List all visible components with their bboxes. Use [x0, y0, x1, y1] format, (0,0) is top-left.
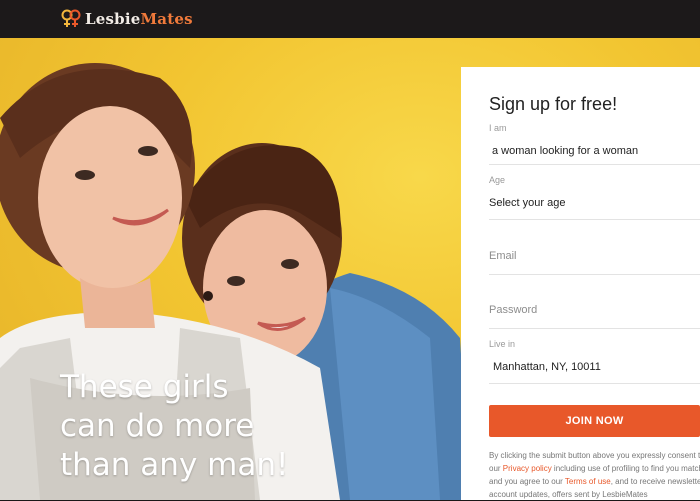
join-now-button[interactable]: JOIN NOW	[489, 405, 700, 437]
live-in-label: Live in	[489, 339, 516, 349]
age-label: Age	[489, 175, 506, 185]
signup-title: Sign up for free!	[489, 94, 618, 114]
signup-form: Sign up for free! I am a woman looking f…	[461, 67, 700, 500]
top-bar: LesbieMates	[0, 0, 700, 38]
legal-text-fragment: including use of profiling to find you m…	[551, 464, 700, 473]
site-logo[interactable]: LesbieMates	[60, 8, 193, 30]
legal-text-fragment: and you agree to our	[489, 477, 565, 486]
legal-line: and you agree to our Terms of use, and t…	[489, 475, 700, 488]
terms-of-use-link[interactable]: Terms of use	[565, 477, 611, 486]
tagline-line: These girls	[60, 369, 229, 405]
female-symbols-icon	[61, 9, 81, 27]
legal-line: By clicking the submit button above you …	[489, 451, 700, 460]
legal-text-fragment: , and to receive newsletters,	[610, 477, 700, 486]
age-value: Select your age	[489, 197, 566, 209]
tagline-line: than any man!	[60, 447, 289, 483]
privacy-policy-link[interactable]: Privacy policy	[503, 464, 552, 473]
i-am-select[interactable]: I am a woman looking for a woman	[489, 123, 700, 165]
password-placeholder: Password	[489, 304, 538, 316]
email-field[interactable]: Email	[489, 237, 700, 275]
legal-line: account updates, offers sent by LesbieMa…	[489, 490, 648, 499]
legal-text: By clicking the submit button above you …	[489, 449, 700, 501]
live-in-value: Manhattan, NY, 10011	[493, 361, 601, 373]
legal-line: our Privacy policy including use of prof…	[489, 462, 700, 475]
legal-text-fragment: our	[489, 464, 503, 473]
logo-text-accent: Mates	[140, 10, 193, 28]
tagline-line: can do more	[60, 408, 255, 444]
password-field[interactable]: Password	[489, 291, 700, 329]
logo-text: LesbieMates	[85, 10, 193, 28]
logo-text-main: Lesbie	[85, 10, 141, 28]
live-in-field[interactable]: Live in Manhattan, NY, 10011	[489, 339, 700, 384]
i-am-value: a woman looking for a woman	[492, 145, 639, 157]
hero-tagline: These girls can do more than any man!	[60, 368, 360, 485]
email-placeholder: Email	[489, 250, 517, 262]
i-am-label: I am	[489, 123, 507, 133]
age-select[interactable]: Age Select your age	[489, 175, 700, 220]
